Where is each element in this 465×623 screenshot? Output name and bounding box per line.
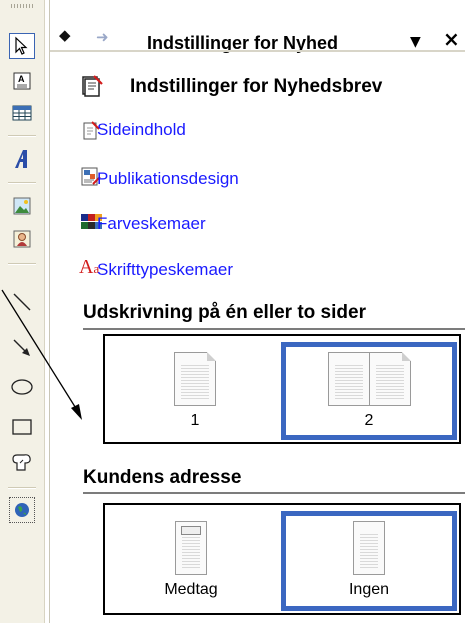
annotation-arrow xyxy=(1,289,82,420)
